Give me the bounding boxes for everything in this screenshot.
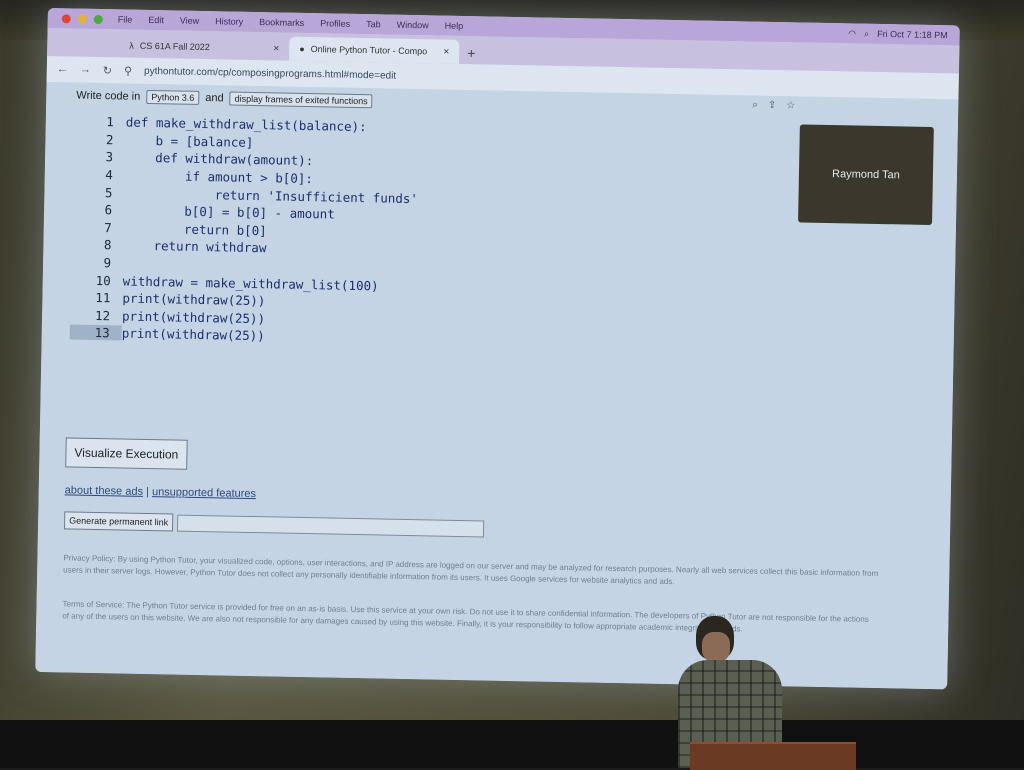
- participant-name: Raymond Tan: [831, 168, 900, 182]
- language-select[interactable]: Python 3.6: [146, 89, 200, 105]
- write-code-label: Write code in: [76, 89, 141, 103]
- page-content: Write code in Python 3.6 and display fra…: [35, 81, 959, 690]
- minimize-window-icon[interactable]: [77, 14, 87, 24]
- unsupported-features-link[interactable]: unsupported features: [152, 486, 256, 500]
- tab-python-tutor[interactable]: ● Online Python Tutor - Compo ×: [289, 36, 460, 64]
- line-number: 9: [103, 255, 112, 271]
- zoom-window-icon[interactable]: [93, 14, 103, 25]
- line-number: 6: [104, 202, 113, 218]
- line-number: 4: [105, 167, 113, 183]
- frames-select[interactable]: display frames of exited functions: [229, 91, 373, 109]
- line-number: 12: [94, 307, 111, 324]
- menu-edit[interactable]: Edit: [148, 15, 164, 25]
- stage-floor: [0, 720, 1024, 768]
- permalink-row: Generate permanent link: [63, 511, 485, 537]
- permanent-link-field[interactable]: [177, 514, 485, 537]
- menu-help[interactable]: Help: [445, 21, 464, 31]
- url-field[interactable]: pythontutor.com/cp/composingprograms.htm…: [144, 65, 396, 81]
- back-icon[interactable]: ←: [57, 63, 68, 75]
- tab-label: CS 61A Fall 2022: [139, 40, 210, 53]
- new-tab-icon[interactable]: +: [467, 45, 475, 64]
- line-number: 2: [105, 132, 114, 148]
- code-text: print(withdraw(25)): [121, 308, 266, 327]
- menu-window[interactable]: Window: [397, 20, 429, 31]
- menubar-clock[interactable]: Fri Oct 7 1:18 PM: [877, 29, 948, 40]
- reload-icon[interactable]: ↻: [103, 64, 112, 77]
- forward-icon[interactable]: →: [80, 64, 91, 76]
- code-text: return b[0]: [123, 220, 267, 239]
- star-icon[interactable]: ☆: [786, 100, 795, 111]
- code-text: b = [balance]: [125, 132, 254, 150]
- video-participant-tile: Raymond Tan: [798, 124, 934, 226]
- code-text: print(withdraw(25)): [122, 290, 266, 309]
- privacy-policy: Privacy Policy: By using Python Tutor, y…: [63, 553, 879, 587]
- share-icon[interactable]: ⇪: [768, 100, 777, 111]
- line-number: 8: [103, 237, 112, 253]
- menu-profiles[interactable]: Profiles: [320, 18, 350, 29]
- and-label: and: [205, 92, 224, 105]
- browser-window: File Edit View History Bookmarks Profile…: [35, 8, 960, 690]
- lock-icon: ⚲: [123, 64, 133, 78]
- code-text: print(withdraw(25)): [121, 325, 265, 344]
- close-tab-icon[interactable]: ×: [273, 43, 279, 54]
- code-text: def withdraw(amount):: [125, 149, 314, 169]
- visualize-execution-button[interactable]: Visualize Execution: [65, 437, 188, 470]
- line-number: 5: [104, 184, 113, 200]
- code-text: if amount > b[0]:: [124, 167, 314, 187]
- tab-label: Online Python Tutor - Compo: [310, 44, 428, 57]
- search-icon[interactable]: ⌕: [864, 28, 869, 39]
- python-icon: ●: [299, 43, 305, 54]
- line-number: 10: [95, 272, 111, 288]
- generate-permanent-link-button[interactable]: Generate permanent link: [63, 511, 174, 532]
- line-number: 3: [105, 149, 114, 165]
- line-number: 7: [104, 219, 112, 236]
- line-number: 1: [106, 114, 114, 130]
- close-tab-icon[interactable]: ×: [443, 46, 449, 57]
- menubar-status-area: ◠ ⌕ Fri Oct 7 1:18 PM: [848, 28, 948, 41]
- link-separator: |: [145, 485, 150, 499]
- menu-file[interactable]: File: [118, 14, 133, 24]
- zoom-icon[interactable]: ⌕: [752, 100, 758, 111]
- menu-bookmarks[interactable]: Bookmarks: [259, 17, 304, 28]
- options-row: Write code in Python 3.6 and display fra…: [76, 89, 373, 109]
- code-editor[interactable]: 1 def make_withdraw_list(balance): 2 b = […: [69, 113, 420, 348]
- window-controls: [61, 14, 103, 25]
- line-number: 11: [95, 290, 111, 306]
- lambda-icon: λ: [129, 40, 134, 51]
- close-window-icon[interactable]: [61, 14, 71, 24]
- code-text: return withdraw: [123, 237, 267, 256]
- wifi-icon[interactable]: ◠: [848, 28, 856, 39]
- browser-extension-icons: ⌕ ⇪ ☆: [752, 100, 795, 112]
- line-number: 13: [69, 324, 122, 341]
- menu-tab[interactable]: Tab: [366, 19, 381, 29]
- menu-history[interactable]: History: [215, 16, 243, 27]
- about-ads-link[interactable]: about these ads: [65, 484, 144, 498]
- tab-cs61a[interactable]: λ CS 61A Fall 2022 ×: [119, 33, 289, 60]
- footer-links: about these ads | unsupported features: [65, 484, 256, 500]
- podium: [690, 742, 856, 770]
- menu-view[interactable]: View: [180, 16, 200, 26]
- presenter-face: [702, 632, 730, 662]
